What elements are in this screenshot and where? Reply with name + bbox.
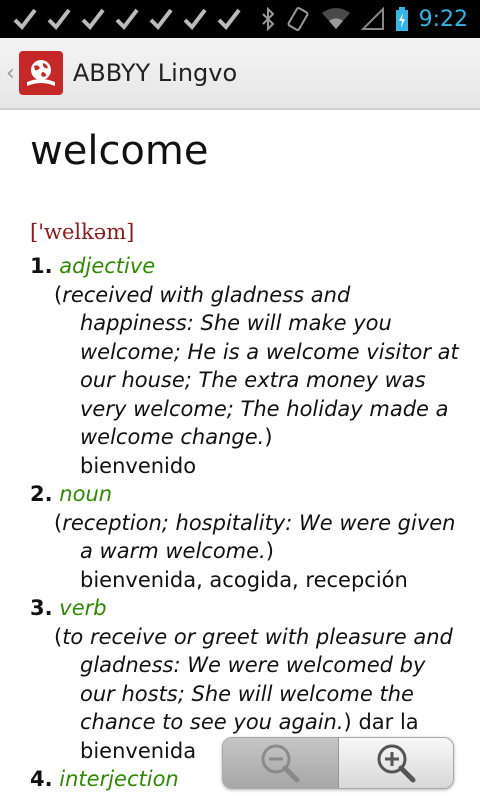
notification-icons xyxy=(0,6,242,32)
app-title: ABBYY Lingvo xyxy=(72,59,238,87)
gloss-text: received with gladness and happiness: Sh… xyxy=(62,282,459,450)
bluetooth-icon xyxy=(261,7,275,31)
sense-number: 1. xyxy=(30,254,53,278)
zoom-control xyxy=(222,737,454,789)
sense-number: 3. xyxy=(30,596,53,620)
gloss-text: reception; hospitality: We were given a … xyxy=(62,510,456,564)
sense-item: 2. noun (reception; hospitality: We were… xyxy=(30,480,460,594)
sense-gloss: (received with gladness and happiness: S… xyxy=(54,282,459,478)
transcription[interactable]: ['welkəm] xyxy=(30,220,134,244)
check-icon xyxy=(217,8,241,31)
signal-icon xyxy=(360,7,384,30)
check-icon xyxy=(81,8,105,31)
app-logo[interactable] xyxy=(18,51,63,95)
sense-gloss: (reception; hospitality: We were given a… xyxy=(54,510,456,592)
zoom-out-button[interactable] xyxy=(223,738,339,788)
headword: welcome xyxy=(30,128,209,174)
translation[interactable]: bienvenida, acogida, recepción xyxy=(80,568,408,592)
sense-number: 4. xyxy=(30,767,53,791)
entry-content[interactable]: welcome ['welkəm] 1. adjective (received… xyxy=(0,110,480,800)
check-icon xyxy=(183,8,207,31)
wifi-icon xyxy=(321,8,350,29)
status-time: 9:22 xyxy=(418,6,468,32)
zoom-in-icon xyxy=(377,744,416,783)
check-icon xyxy=(149,8,173,31)
part-of-speech[interactable]: verb xyxy=(59,596,106,620)
globe-book-icon xyxy=(26,60,55,86)
zoom-out-icon xyxy=(261,744,300,783)
check-icon xyxy=(13,8,37,31)
part-of-speech[interactable]: interjection xyxy=(59,767,178,791)
check-icon xyxy=(47,8,71,31)
sense-number: 2. xyxy=(30,482,53,506)
status-bar: 9:22 xyxy=(0,0,480,38)
vibrate-icon xyxy=(287,7,309,31)
translation[interactable]: bienvenido xyxy=(80,454,196,478)
sense-item: 1. adjective (received with gladness and… xyxy=(30,252,460,480)
part-of-speech[interactable]: noun xyxy=(59,482,112,506)
battery-charging-icon xyxy=(395,7,408,31)
system-icons: 9:22 xyxy=(261,6,480,32)
zoom-in-button[interactable] xyxy=(339,738,454,788)
check-icon xyxy=(115,8,139,31)
action-bar: ‹ ABBYY Lingvo xyxy=(0,38,480,110)
back-chevron-icon[interactable]: ‹ xyxy=(6,61,15,86)
part-of-speech[interactable]: adjective xyxy=(59,254,155,278)
